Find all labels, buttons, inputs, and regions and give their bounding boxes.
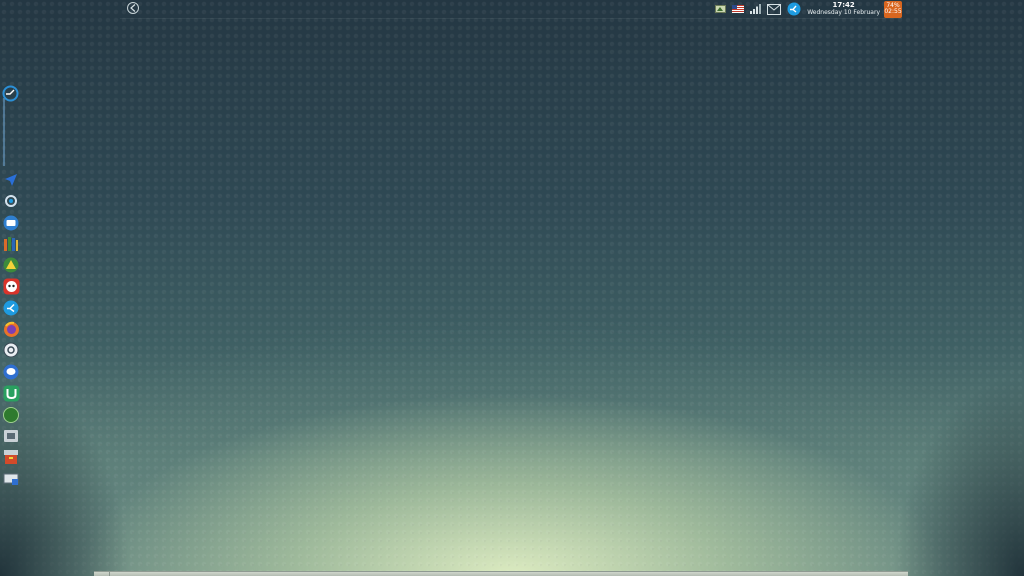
torrent-icon[interactable] — [2, 384, 20, 402]
media-icon[interactable] — [2, 427, 20, 445]
dock-track — [3, 98, 5, 166]
firefox-icon[interactable] — [2, 320, 20, 338]
wallpaper-vignette — [0, 0, 1024, 576]
chat-bubble-icon[interactable] — [2, 363, 20, 381]
back-arrow-icon — [130, 4, 136, 12]
us-flag-keyboard-icon[interactable] — [732, 5, 745, 13]
bottom-panel-separator — [109, 572, 110, 576]
launcher-icon[interactable] — [2, 85, 19, 102]
archive-icon[interactable] — [2, 448, 20, 466]
file-manager-icon[interactable] — [2, 214, 20, 232]
wallpaper-pattern — [0, 0, 1024, 576]
network-icon[interactable] — [715, 4, 727, 14]
navigation-arrow-icon[interactable] — [2, 171, 20, 189]
battery-indicator[interactable]: 74% 02:55 — [884, 0, 902, 18]
panda-app-icon[interactable] — [2, 277, 20, 295]
green-disk-icon[interactable] — [2, 406, 20, 424]
clock-date: Wednesday 10 February — [807, 9, 880, 16]
system-tray: 17:42 Wednesday 10 February 74% 02:55 — [715, 0, 902, 18]
mail-client-icon[interactable] — [2, 341, 20, 359]
clock[interactable]: 17:42 Wednesday 10 February — [807, 2, 880, 16]
clock-time: 17:42 — [832, 1, 855, 9]
bottom-panel[interactable] — [94, 571, 908, 576]
signal-bars-icon[interactable] — [750, 4, 762, 14]
sync-icon[interactable] — [2, 299, 20, 317]
mail-icon[interactable] — [767, 3, 782, 15]
top-panel: 17:42 Wednesday 10 February 74% 02:55 — [120, 0, 902, 19]
back-button[interactable] — [127, 2, 139, 14]
remote-desktop-icon[interactable] — [2, 470, 20, 488]
library-books-icon[interactable] — [2, 235, 20, 253]
update-icon[interactable] — [787, 2, 801, 16]
battery-time: 02:55 — [884, 8, 902, 15]
photo-editor-icon[interactable] — [2, 256, 20, 274]
screen-settings-icon[interactable] — [2, 192, 20, 210]
